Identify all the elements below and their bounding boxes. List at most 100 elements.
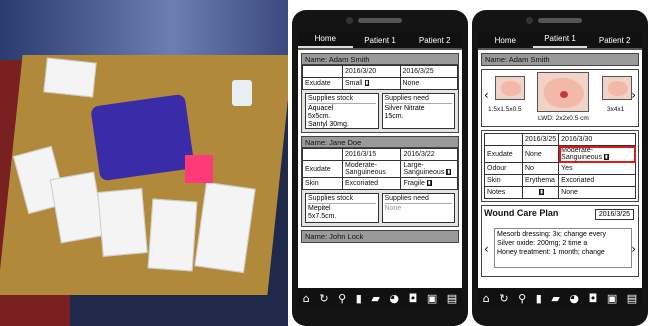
patient-table: 2016/3/15 2016/3/22 Exudate Moderate-San… [302, 148, 458, 190]
supplies-row: Supplies stock Aquacel 5x5cm. Santyl 30m… [302, 90, 458, 132]
value-text: Small [345, 80, 363, 87]
ulcer-mark [560, 91, 568, 98]
value-cell: Moderate-Sanguineous [341, 160, 402, 178]
table-corner [302, 148, 343, 161]
value-cell: Fragile ▮ [400, 177, 458, 190]
supply-item: Santyl 30mg. [308, 121, 349, 128]
chat-icon[interactable]: ▰ [551, 293, 559, 304]
phone-speaker [358, 18, 402, 23]
tab-patient-1[interactable]: Patient 1 [353, 36, 408, 48]
wound-care-plan: Wound Care Plan 2016/3/25 ‹ Mesorb dress… [481, 205, 639, 277]
supplies-need-box[interactable]: Supplies need None [381, 193, 455, 223]
wound-thumbnail[interactable] [602, 76, 632, 100]
clipboard-icon[interactable]: ▤ [447, 293, 457, 304]
supplies-row: Supplies stock Mepitel 5x7.5cm. Supplies… [302, 190, 458, 226]
note-icon[interactable]: ▮ [539, 189, 544, 196]
flag-icon[interactable]: ▮ [364, 80, 370, 87]
value-text: Large-Sanguineous [403, 162, 445, 176]
id-card-icon[interactable]: ▣ [427, 293, 437, 304]
phone-screen: Home Patient 1 Patient 2 Name: Adam Smit… [478, 32, 642, 308]
supply-item: Silver Nitrate [384, 105, 425, 112]
tab-patient-2[interactable]: Patient 2 [587, 36, 642, 48]
search-icon[interactable]: ⚲ [338, 293, 346, 304]
row-label: Exudate [302, 77, 343, 90]
value-cell: Excoriated [341, 177, 402, 190]
tab-patient-2[interactable]: Patient 2 [407, 36, 462, 48]
plan-title: Wound Care Plan [484, 208, 559, 218]
date-cell: 2016/3/25 [399, 65, 458, 78]
supply-item: Aquacel [308, 105, 334, 112]
pie-chart-icon[interactable]: ◕ [569, 293, 579, 304]
chevron-left-icon[interactable]: ‹ [484, 242, 489, 256]
phone-camera [526, 17, 533, 24]
plan-line: Silver oxide: 200mg; 2 time a [497, 240, 588, 247]
clipboard-icon[interactable]: ▤ [627, 293, 637, 304]
bottom-toolbar: ⌂ ↻ ⚲ ▮ ▰ ◕ ◘ ▣ ▤ [478, 288, 642, 308]
value-cell: Excoriated [558, 174, 636, 187]
supplies-stock-box[interactable]: Supplies stock Aquacel 5x5cm. Santyl 30m… [305, 93, 379, 129]
wound-size-label: 3x4x1 [607, 106, 625, 113]
plan-line: Honey treatment: 1 month; change [497, 249, 605, 256]
plan-header: Wound Care Plan 2016/3/25 [482, 206, 638, 224]
tab-bar: Home Patient 1 Patient 2 [298, 32, 462, 50]
patient-card[interactable]: Name: Jane Doe 2016/3/15 2016/3/22 Exuda… [301, 136, 459, 227]
phone-camera [346, 17, 353, 24]
home-icon[interactable]: ⌂ [483, 293, 490, 304]
wound-gallery: ‹ 1.5x1.5x0.5 LWD: 2x2x0.5 cm 3x4x1 › [481, 69, 639, 127]
tab-home[interactable]: Home [298, 34, 353, 48]
chat-icon[interactable]: ▰ [371, 293, 379, 304]
value-cell: ▮ [521, 186, 560, 199]
value-cell: None [521, 145, 560, 163]
assessment-table: 2016/3/25 2016/3/30 Exudate None Moderat… [484, 133, 636, 199]
plan-date[interactable]: 2016/3/25 [594, 209, 634, 220]
flag-icon[interactable]: ▮ [446, 169, 452, 176]
value-cell: Yes [558, 162, 636, 175]
value-cell: Large-Sanguineous ▮ [400, 160, 458, 178]
value-cell: None [399, 77, 458, 90]
chevron-right-icon[interactable]: › [631, 242, 636, 256]
row-label: Skin [484, 174, 523, 187]
patient-name: Name: John Lock [302, 231, 458, 242]
patient-card[interactable]: Name: Adam Smith 2016/3/20 2016/3/25 Exu… [301, 53, 459, 133]
tab-home[interactable]: Home [478, 36, 533, 48]
flag-icon[interactable]: ▮ [604, 154, 609, 161]
supply-item: None [384, 205, 402, 212]
wound-main-image[interactable] [537, 72, 589, 112]
camera-icon[interactable]: ◘ [409, 293, 418, 304]
home-icon[interactable]: ⌂ [303, 293, 310, 304]
phone-patient-list: Home Patient 1 Patient 2 Name: Adam Smit… [292, 10, 468, 326]
pie-chart-icon[interactable]: ◕ [389, 293, 399, 304]
date-cell: 2016/3/30 [558, 133, 636, 146]
date-cell: 2016/3/22 [400, 148, 458, 161]
bottom-toolbar: ⌂ ↻ ⚲ ▮ ▰ ◕ ◘ ▣ ▤ [298, 288, 462, 308]
chevron-right-icon[interactable]: › [631, 88, 636, 102]
plan-body[interactable]: Mesorb dressing: 3x; change every Silver… [494, 228, 632, 268]
date-cell: 2016/3/25 [521, 133, 560, 146]
photo-tray [90, 93, 195, 182]
sync-icon[interactable]: ↻ [319, 293, 328, 304]
book-icon[interactable]: ▮ [356, 293, 362, 304]
search-icon[interactable]: ⚲ [518, 293, 526, 304]
wound-measure-label: LWD: 2x2x0.5 cm [538, 115, 589, 122]
wound-size-label: 1.5x1.5x0.5 [488, 106, 522, 113]
supplies-need-title: Supplies need [384, 95, 452, 104]
flag-icon[interactable]: ▮ [426, 180, 432, 187]
sync-icon[interactable]: ↻ [499, 293, 508, 304]
book-icon[interactable]: ▮ [536, 293, 542, 304]
patient-name: Name: Jane Doe [302, 137, 458, 148]
chevron-left-icon[interactable]: ‹ [484, 88, 489, 102]
photo-paper [147, 198, 198, 272]
tab-patient-1[interactable]: Patient 1 [532, 34, 588, 48]
supplies-need-title: Supplies need [384, 195, 452, 204]
wound-thumbnail[interactable] [495, 76, 525, 100]
photo-paper [43, 57, 97, 98]
patient-card[interactable]: Name: John Lock [301, 230, 459, 243]
assessment-card: 2016/3/25 2016/3/30 Exudate None Moderat… [481, 130, 639, 202]
id-card-icon[interactable]: ▣ [607, 293, 617, 304]
highlighted-value-cell[interactable]: Moderate-Sanguineous ▮ [558, 145, 636, 163]
supplies-stock-box[interactable]: Supplies stock Mepitel 5x7.5cm. [305, 193, 379, 223]
camera-icon[interactable]: ◘ [589, 293, 598, 304]
row-label: Notes [484, 186, 523, 199]
supplies-need-box[interactable]: Supplies need Silver Nitrate 15cm. [381, 93, 455, 129]
supplies-stock-title: Supplies stock [308, 95, 376, 104]
